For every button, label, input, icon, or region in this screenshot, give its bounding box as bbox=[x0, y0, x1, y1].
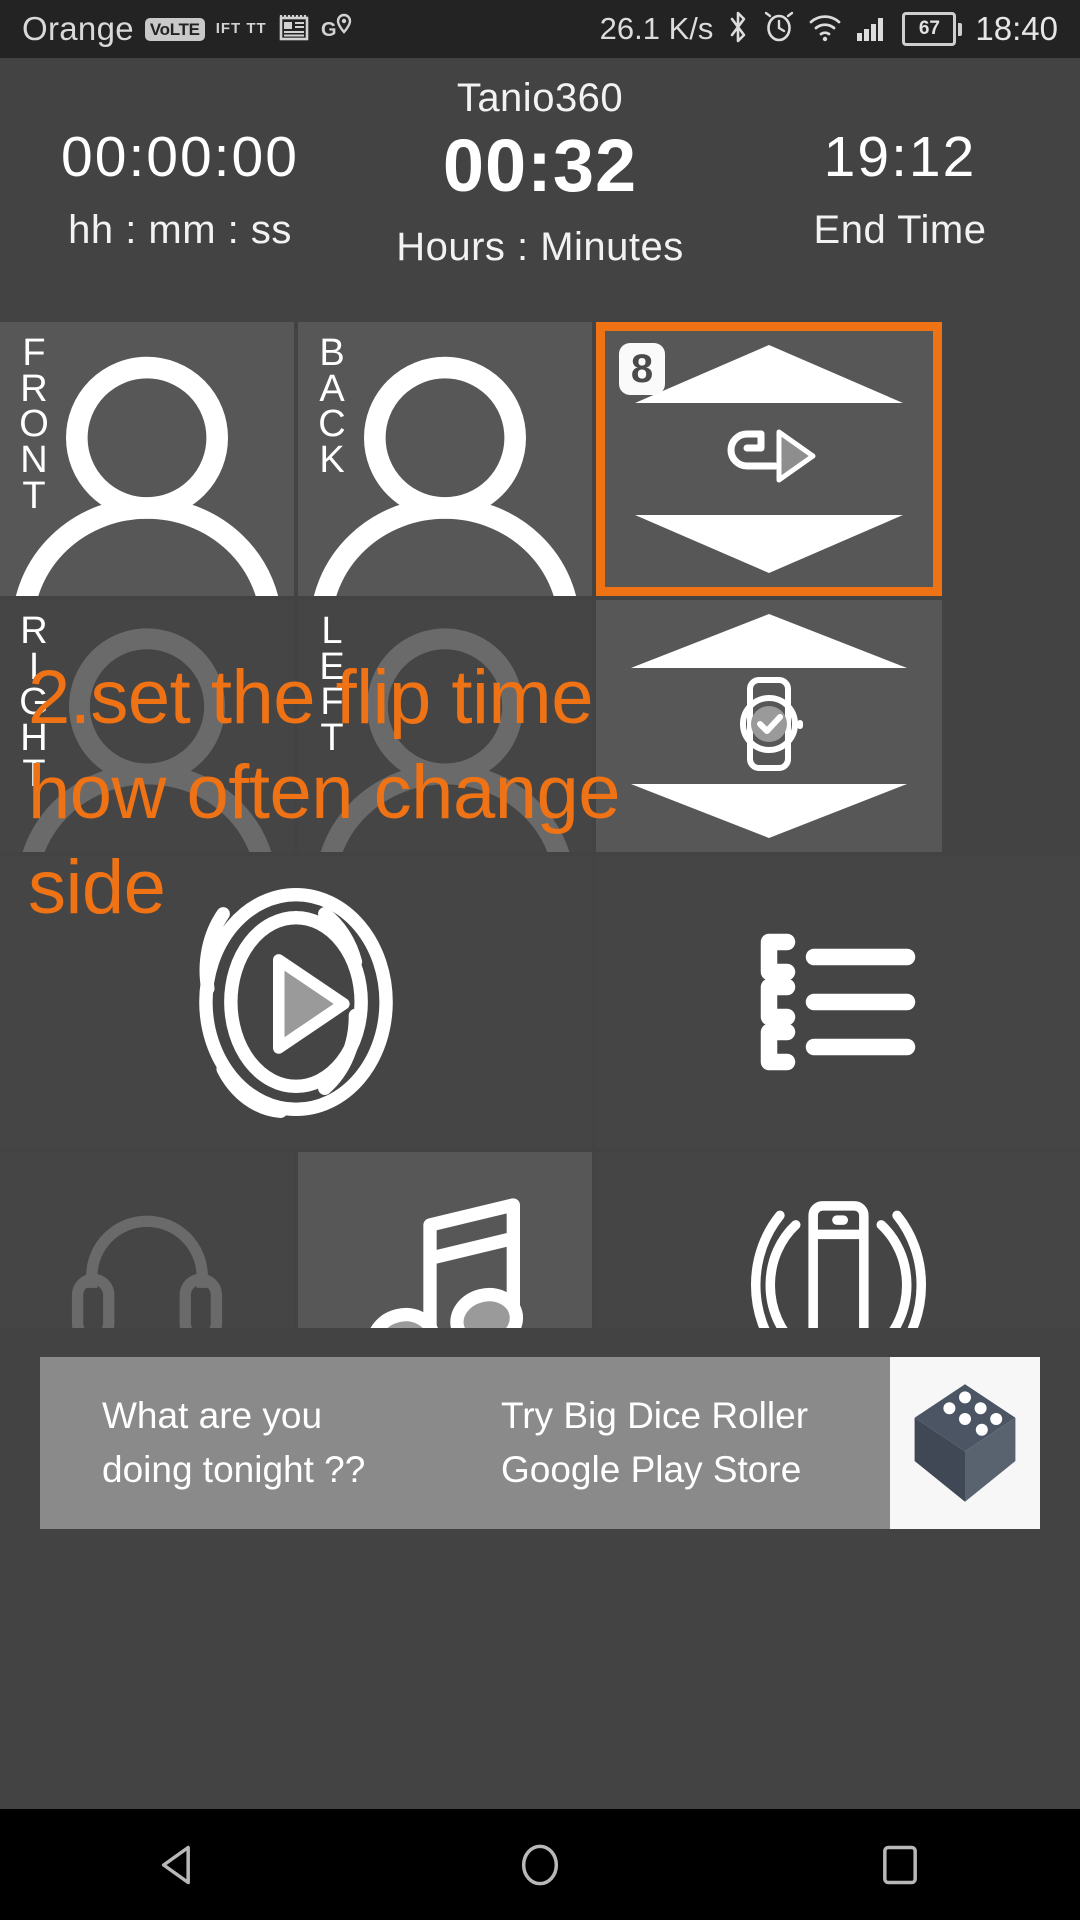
person-icon bbox=[17, 618, 277, 852]
status-bar-left: Orange VoLTE IFT TT G bbox=[0, 10, 353, 48]
status-bar: Orange VoLTE IFT TT G 26.1 K/s 67 18:40 bbox=[0, 0, 1080, 58]
person-icon bbox=[12, 346, 282, 596]
bluetooth-icon bbox=[726, 10, 750, 49]
alarm-icon bbox=[763, 10, 795, 49]
play-circle-icon bbox=[181, 877, 411, 1127]
person-icon bbox=[315, 618, 575, 852]
wifi-icon bbox=[808, 12, 842, 47]
duration-timer[interactable]: 00:32 Hours : Minutes bbox=[360, 129, 720, 270]
person-icon bbox=[310, 346, 580, 596]
battery-tip bbox=[958, 22, 963, 36]
volte-icon: VoLTE bbox=[144, 17, 205, 41]
signal-icon bbox=[855, 12, 889, 47]
tile-list[interactable] bbox=[596, 856, 1080, 1148]
flip-time-increase-button[interactable] bbox=[635, 345, 903, 403]
page-title: Tanio360 bbox=[456, 76, 624, 120]
ifttt-icon: IFT TT bbox=[215, 19, 267, 37]
front-letter-2: R bbox=[20, 367, 48, 410]
ad-question: What are you doing tonight ?? bbox=[40, 1357, 491, 1529]
maps-icon: G bbox=[321, 11, 353, 48]
ad-cta: Try Big Dice Roller Google Play Store bbox=[491, 1357, 890, 1529]
ad-banner[interactable]: What are you doing tonight ?? Try Big Di… bbox=[40, 1357, 1040, 1529]
tile-watch[interactable] bbox=[596, 600, 942, 852]
flip-time-decrease-button[interactable] bbox=[635, 515, 903, 573]
back-button[interactable] bbox=[90, 1809, 270, 1920]
home-button[interactable] bbox=[450, 1809, 630, 1920]
elapsed-timer[interactable]: 00:00:00 hh : mm : ss bbox=[0, 129, 360, 270]
timer-row: 00:00:00 hh : mm : ss 00:32 Hours : Minu… bbox=[0, 129, 1080, 270]
battery-level-label: 67 bbox=[902, 12, 957, 46]
tile-right[interactable]: R I G H T bbox=[0, 600, 294, 852]
tile-left[interactable]: L E F T bbox=[298, 600, 592, 852]
tile-row-2: R I G H T L E F T bbox=[0, 600, 1080, 852]
front-letter-4: N bbox=[20, 439, 48, 482]
tile-flip-time[interactable]: 8 bbox=[596, 322, 942, 596]
tile-front-label: F R O N T bbox=[16, 332, 52, 517]
flip-time-icon-area bbox=[709, 403, 829, 515]
back-letter-4: K bbox=[319, 439, 345, 482]
end-time-label: End Time bbox=[813, 208, 987, 252]
ad-cta-line2: Google Play Store bbox=[501, 1449, 802, 1490]
status-bar-right: 26.1 K/s 67 18:40 bbox=[600, 10, 1080, 49]
tile-row-1: F R O N T B A C K 8 bbox=[0, 322, 1080, 596]
flip-rotate-icon bbox=[709, 420, 829, 499]
tile-play[interactable] bbox=[0, 856, 592, 1148]
news-icon bbox=[278, 11, 310, 48]
watch-icon-area bbox=[723, 668, 815, 784]
back-letter-2: A bbox=[319, 367, 345, 410]
front-letter-5: T bbox=[22, 474, 46, 517]
list-icon bbox=[748, 927, 928, 1077]
carrier-label: Orange bbox=[22, 10, 134, 47]
tile-row-3 bbox=[0, 856, 1080, 1148]
battery-icon: 67 bbox=[902, 12, 963, 46]
watch-decrease-button[interactable] bbox=[631, 784, 907, 838]
smartwatch-icon bbox=[723, 674, 815, 779]
svg-text:G: G bbox=[321, 19, 337, 41]
watch-increase-button[interactable] bbox=[631, 614, 907, 668]
front-letter-1: F bbox=[22, 332, 46, 374]
tile-back-label: B A C K bbox=[314, 332, 350, 482]
duration-timer-value: 00:32 bbox=[442, 124, 638, 207]
ifttt-line2: TT bbox=[246, 19, 267, 37]
dice-icon bbox=[890, 1357, 1040, 1529]
tile-grid: F R O N T B A C K 8 R I G H T L E F T bbox=[0, 322, 1080, 1418]
end-time-value: 19:12 bbox=[823, 125, 977, 189]
elapsed-timer-value: 00:00:00 bbox=[61, 125, 299, 189]
ad-question-line1: What are you bbox=[102, 1395, 323, 1437]
watch-stepper bbox=[596, 600, 942, 852]
back-letter-3: C bbox=[318, 403, 346, 446]
tile-back[interactable]: B A C K bbox=[298, 322, 592, 596]
back-letter-1: B bbox=[319, 332, 345, 374]
front-letter-3: O bbox=[19, 403, 49, 446]
recents-button[interactable] bbox=[810, 1809, 990, 1920]
network-speed-label: 26.1 K/s bbox=[599, 11, 714, 46]
android-nav-bar bbox=[0, 1809, 1080, 1920]
ad-cta-line1: Try Big Dice Roller bbox=[501, 1395, 809, 1437]
flip-count-badge: 8 bbox=[619, 343, 665, 395]
end-time[interactable]: 19:12 End Time bbox=[720, 129, 1080, 270]
app-screen: Tanio360 00:00:00 hh : mm : ss 00:32 Hou… bbox=[0, 58, 1080, 1809]
tile-front[interactable]: F R O N T bbox=[0, 322, 294, 596]
elapsed-timer-label: hh : mm : ss bbox=[68, 208, 292, 252]
ad-question-line2: doing tonight ?? bbox=[102, 1449, 366, 1490]
ad-banner-area: What are you doing tonight ?? Try Big Di… bbox=[0, 1328, 1080, 1558]
ifttt-line1: IFT bbox=[215, 19, 242, 37]
status-clock: 18:40 bbox=[975, 10, 1058, 47]
duration-timer-label: Hours : Minutes bbox=[396, 225, 684, 269]
